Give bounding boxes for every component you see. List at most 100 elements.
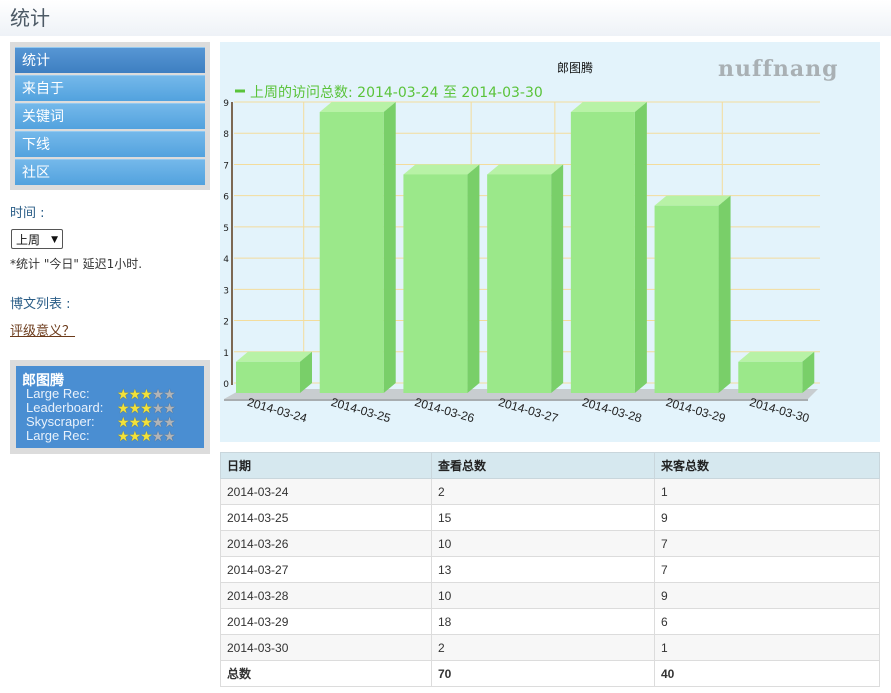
rating-label: Large Rec: — [26, 386, 90, 401]
cell-pageviews: 10 — [431, 582, 655, 609]
rating-row: Skyscraper: ★★★★★ — [26, 414, 204, 430]
bar — [570, 112, 635, 393]
cell-visitors: 9 — [654, 504, 880, 531]
star-rating-icon: ★★★★★ — [117, 428, 176, 444]
y-tick-label: 6 — [223, 193, 229, 203]
bar — [319, 112, 384, 393]
y-tick-label: 8 — [223, 130, 229, 140]
bar — [654, 205, 719, 393]
cell-visitors: 6 — [654, 608, 880, 635]
total-visitors: 40 — [654, 660, 880, 687]
cell-pageviews: 18 — [431, 608, 655, 635]
bar-top — [570, 102, 647, 112]
bar-top — [403, 164, 480, 175]
page-title: 统计 — [10, 6, 50, 30]
page-header: 统计 — [0, 0, 891, 36]
rating-label: Large Rec: — [26, 428, 90, 443]
cell-date: 2014-03-30 — [220, 634, 432, 661]
bar-side — [634, 102, 647, 393]
star-rating-icon: ★★★★★ — [117, 415, 176, 429]
bar-top — [487, 164, 564, 175]
nav-item-community[interactable]: 社区 — [15, 159, 205, 185]
time-label: 时间 : — [10, 206, 45, 221]
rating-meaning-link[interactable]: 评级意义？ — [10, 320, 75, 339]
rating-label: Skyscraper: — [26, 414, 95, 429]
cell-pageviews: 10 — [431, 530, 655, 557]
cell-visitors: 9 — [654, 582, 880, 609]
cell-visitors: 7 — [654, 530, 880, 557]
y-tick-label: 5 — [223, 224, 229, 234]
cell-date: 2014-03-27 — [220, 556, 432, 583]
bar — [487, 174, 552, 393]
total-pageviews: 70 — [431, 660, 655, 687]
y-tick-label: 4 — [223, 255, 229, 265]
cell-pageviews: 15 — [431, 504, 655, 531]
delay-note: *统计 "今日" 延迟1小时. — [10, 257, 143, 271]
table-row: 2014-03-27 13 7 — [220, 556, 880, 583]
cell-visitors: 1 — [654, 634, 880, 661]
bar-top — [738, 351, 815, 362]
bar-top — [654, 195, 731, 206]
nav-item-downlines[interactable]: 下线 — [15, 131, 205, 157]
star-rating-icon: ★★★★★ — [117, 387, 176, 401]
star-icon: ★ — [128, 428, 142, 444]
star-icon: ★ — [117, 428, 130, 444]
bar-top — [236, 351, 312, 362]
nav-item-stats[interactable]: 统计 — [15, 47, 205, 73]
star-rating-icon: ★★★★★ — [117, 401, 176, 415]
table-row: 2014-03-24 2 1 — [220, 478, 880, 505]
cell-visitors: 7 — [654, 556, 880, 583]
bar — [738, 361, 803, 393]
legend-label: 上周的访问总数: 2014-03-24 至 2014-03-30 — [250, 85, 543, 101]
rating-row: Large Rec: ★★★★★ — [26, 428, 204, 444]
table-total-row: 总数 70 40 — [220, 660, 880, 687]
header-pageviews: 查看总数 — [431, 452, 655, 479]
cell-date: 2014-03-29 — [220, 608, 432, 635]
rating-box: 郎图腾 Large Rec: ★★★★★ Leaderboard: ★★★★★ … — [10, 360, 210, 454]
chart-title: 郎图腾 — [557, 60, 593, 75]
nav-item-keywords[interactable]: 关键词 — [15, 103, 205, 129]
y-tick-label: 0 — [223, 380, 229, 390]
table-row: 2014-03-25 15 9 — [220, 504, 880, 531]
y-tick-label: 7 — [223, 161, 229, 171]
cell-visitors: 1 — [654, 478, 880, 505]
nav-item-referrers[interactable]: 来自于 — [15, 75, 205, 101]
bar — [236, 361, 300, 393]
y-tick-label: 9 — [223, 99, 229, 109]
bar — [403, 174, 468, 393]
visits-chart: 郎图腾 nuffnang 上周的访问总数: 2014-03-24 至 2014-03… — [220, 42, 880, 442]
table-header-row: 日期 查看总数 来客总数 — [220, 452, 880, 479]
rating-panel: 郎图腾 Large Rec: ★★★★★ Leaderboard: ★★★★★ … — [16, 366, 204, 448]
y-tick-label: 1 — [223, 349, 229, 359]
star-icon: ★ — [140, 428, 153, 444]
rating-row: Leaderboard: ★★★★★ — [26, 400, 204, 416]
bar-side — [383, 102, 396, 393]
bar-side — [718, 195, 731, 393]
period-select[interactable]: 上周 ▼ — [11, 229, 63, 249]
header-date: 日期 — [220, 452, 432, 479]
cell-pageviews: 2 — [431, 478, 655, 505]
header-visitors: 来客总数 — [654, 452, 880, 479]
bar-top — [319, 102, 396, 112]
stats-table: 日期 查看总数 来客总数 2014-03-24 2 1 2014-03-25 1… — [220, 452, 880, 687]
y-tick-label: 2 — [223, 318, 229, 328]
star-icon: ★ — [151, 428, 165, 444]
cell-date: 2014-03-28 — [220, 582, 432, 609]
table-row: 2014-03-30 2 1 — [220, 634, 880, 661]
cell-date: 2014-03-26 — [220, 530, 432, 557]
star-icon: ★ — [163, 428, 176, 444]
rating-label: Leaderboard: — [26, 400, 104, 415]
nuffnang-logo-icon: nuffnang — [718, 56, 839, 82]
period-value: 上周 — [16, 233, 41, 247]
sidebar-nav: 统计 来自于 关键词 下线 社区 — [10, 42, 210, 190]
total-label: 总数 — [220, 660, 432, 687]
cell-pageviews: 2 — [431, 634, 655, 661]
table-row: 2014-03-28 10 9 — [220, 582, 880, 609]
table-row: 2014-03-26 10 7 — [220, 530, 880, 557]
bar-side — [467, 164, 480, 393]
cell-date: 2014-03-24 — [220, 478, 432, 505]
cell-date: 2014-03-25 — [220, 504, 432, 531]
y-tick-label: 3 — [223, 286, 229, 296]
rating-row: Large Rec: ★★★★★ — [26, 386, 204, 402]
chart-canvas: 郎图腾 nuffnang 上周的访问总数: 2014-03-24 至 2014-03… — [223, 56, 839, 425]
